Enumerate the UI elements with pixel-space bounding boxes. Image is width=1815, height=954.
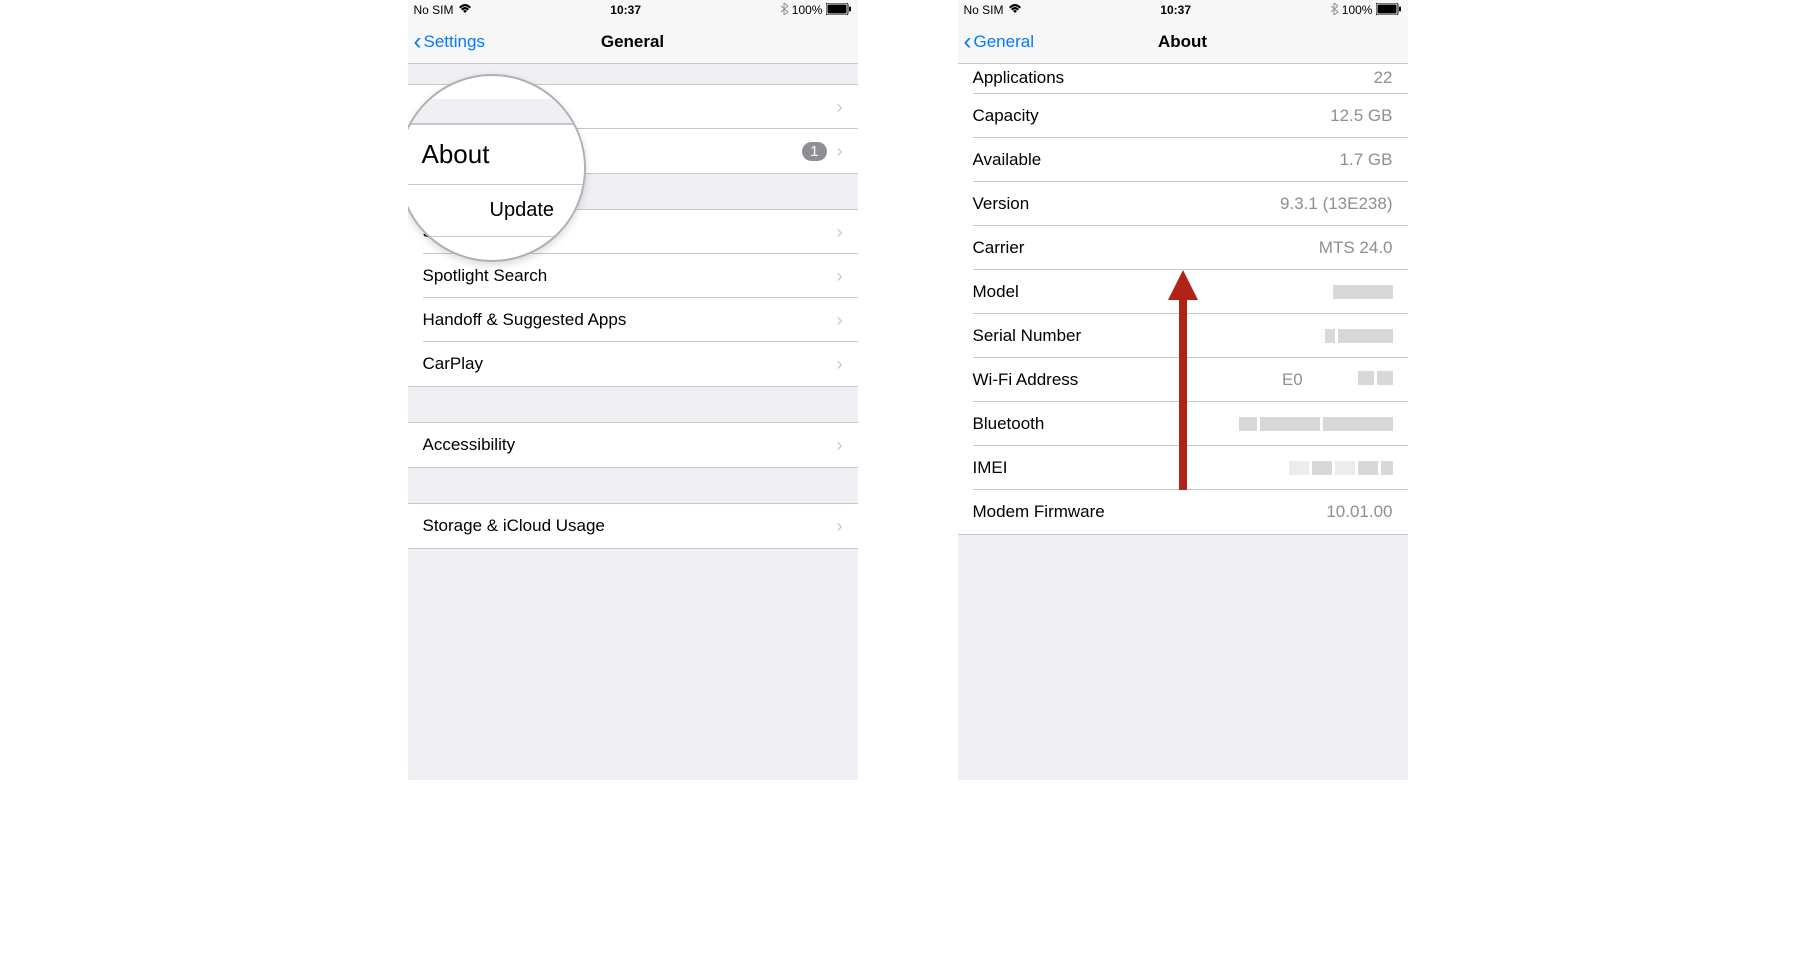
back-label: General <box>974 32 1034 52</box>
bluetooth-icon <box>780 3 788 18</box>
row-carplay[interactable]: CarPlay › <box>408 342 858 386</box>
magnifier-callout: About Update <box>408 74 586 262</box>
row-label: Carrier <box>973 238 1025 258</box>
battery-icon <box>1376 3 1401 18</box>
row-value: 22 <box>1374 68 1393 94</box>
row-imei[interactable]: IMEI <box>958 446 1408 490</box>
wifi-icon <box>458 3 472 17</box>
back-button-general[interactable]: ‹ General <box>958 28 1034 56</box>
row-value: 10.01.00 <box>1326 502 1392 522</box>
phone-left-general: No SIM 10:37 100% ‹ Settings General Abo… <box>408 0 858 780</box>
chevron-right-icon: › <box>837 222 843 243</box>
row-label: Modem Firmware <box>973 502 1105 522</box>
row-model[interactable]: Model <box>958 270 1408 314</box>
status-bar: No SIM 10:37 100% <box>408 0 858 20</box>
row-label: Applications <box>973 68 1065 94</box>
row-modem-firmware[interactable]: Modem Firmware 10.01.00 <box>958 490 1408 534</box>
row-value: 12.5 GB <box>1330 106 1392 126</box>
bluetooth-icon <box>1330 3 1338 18</box>
row-label: Serial Number <box>973 326 1082 346</box>
back-button-settings[interactable]: ‹ Settings <box>408 28 485 56</box>
row-label: Wi-Fi Address <box>973 370 1079 390</box>
status-bar: No SIM 10:37 100% <box>958 0 1408 20</box>
update-badge: 1 <box>802 142 826 161</box>
row-label: Available <box>973 150 1042 170</box>
nav-bar: ‹ General About <box>958 20 1408 64</box>
chevron-right-icon: › <box>837 266 843 287</box>
row-value: MTS 24.0 <box>1319 238 1393 258</box>
magnified-update-row: Update <box>408 185 584 237</box>
status-time: 10:37 <box>610 3 641 17</box>
row-label: Spotlight Search <box>423 266 827 286</box>
row-label: IMEI <box>973 458 1008 478</box>
chevron-left-icon: ‹ <box>964 28 972 56</box>
row-handoff[interactable]: Handoff & Suggested Apps › <box>408 298 858 342</box>
row-wifi-address[interactable]: Wi-Fi Address E0 <box>958 358 1408 402</box>
row-label: Version <box>973 194 1030 214</box>
phone-right-about: No SIM 10:37 100% ‹ General About Applic… <box>958 0 1408 780</box>
section-gap <box>958 535 1408 565</box>
battery-percent: 100% <box>792 3 823 17</box>
chevron-right-icon: › <box>837 141 843 162</box>
magnified-about-row: About <box>408 124 584 185</box>
redacted-value <box>1239 417 1393 431</box>
chevron-right-icon: › <box>837 310 843 331</box>
row-value: 1.7 GB <box>1340 150 1393 170</box>
row-label: Capacity <box>973 106 1039 126</box>
back-label: Settings <box>424 32 485 52</box>
row-serial[interactable]: Serial Number <box>958 314 1408 358</box>
row-label: Accessibility <box>423 435 827 455</box>
chevron-right-icon: › <box>837 435 843 456</box>
status-time: 10:37 <box>1160 3 1191 17</box>
row-value: 9.3.1 (13E238) <box>1280 194 1392 214</box>
battery-percent: 100% <box>1342 3 1373 17</box>
nav-bar: ‹ Settings General <box>408 20 858 64</box>
chevron-right-icon: › <box>837 97 843 118</box>
redacted-value <box>1289 461 1393 475</box>
row-label: Handoff & Suggested Apps <box>423 310 827 330</box>
redacted-value <box>1325 329 1393 343</box>
no-sim-label: No SIM <box>964 3 1004 17</box>
battery-icon <box>826 3 851 18</box>
general-section-4: Storage & iCloud Usage › <box>408 503 858 549</box>
row-carrier[interactable]: Carrier MTS 24.0 <box>958 226 1408 270</box>
no-sim-label: No SIM <box>414 3 454 17</box>
row-label: Storage & iCloud Usage <box>423 516 827 536</box>
row-capacity[interactable]: Capacity 12.5 GB <box>958 94 1408 138</box>
row-value: E0 <box>1282 370 1393 390</box>
row-applications[interactable]: Applications 22 <box>958 64 1408 94</box>
chevron-right-icon: › <box>837 516 843 537</box>
wifi-icon <box>1008 3 1022 17</box>
row-accessibility[interactable]: Accessibility › <box>408 423 858 467</box>
row-available[interactable]: Available 1.7 GB <box>958 138 1408 182</box>
row-label: Model <box>973 282 1019 302</box>
row-bluetooth[interactable]: Bluetooth <box>958 402 1408 446</box>
general-section-3: Accessibility › <box>408 422 858 468</box>
row-version[interactable]: Version 9.3.1 (13E238) <box>958 182 1408 226</box>
row-storage[interactable]: Storage & iCloud Usage › <box>408 504 858 548</box>
row-label: CarPlay <box>423 354 827 374</box>
row-label: Bluetooth <box>973 414 1045 434</box>
redacted-value <box>1358 371 1393 385</box>
about-list[interactable]: Applications 22 Capacity 12.5 GB Availab… <box>958 64 1408 535</box>
redacted-value <box>1333 285 1393 299</box>
chevron-right-icon: › <box>837 354 843 375</box>
chevron-left-icon: ‹ <box>414 28 422 56</box>
